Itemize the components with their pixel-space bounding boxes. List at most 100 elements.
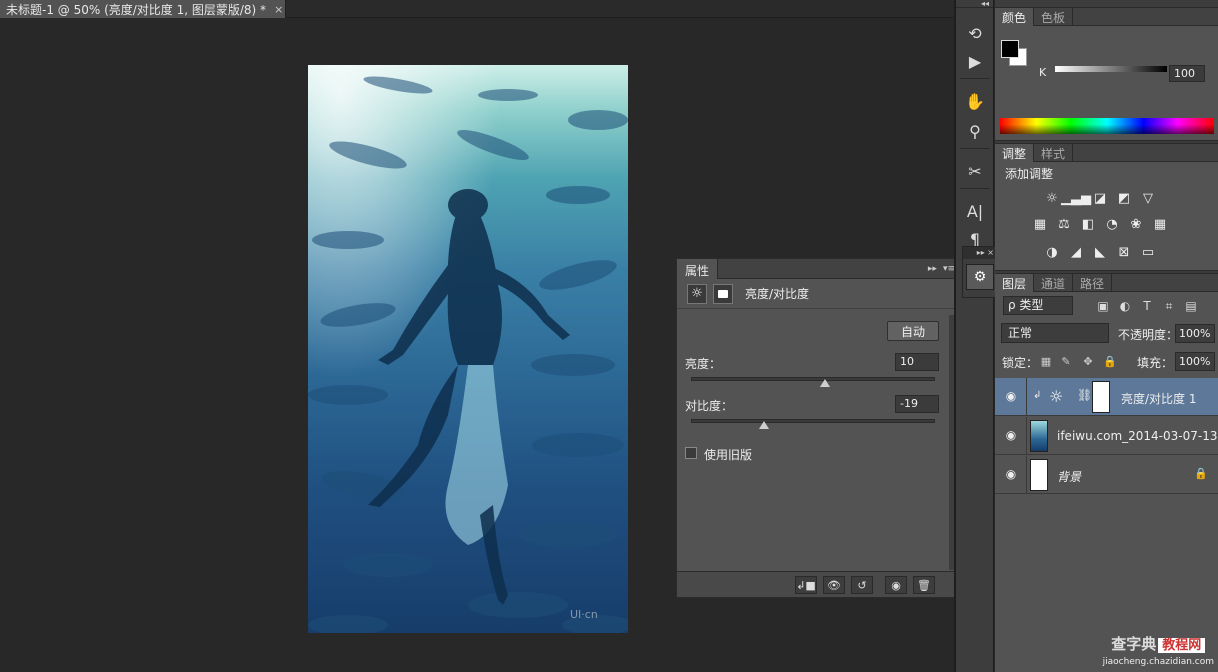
exposure-icon[interactable]: ◩ [1115, 190, 1133, 206]
brightness-adjustment-icon[interactable]: ☼ [687, 283, 707, 304]
mask-thumbnail[interactable] [1092, 381, 1110, 413]
pixel-filter-icon[interactable]: ▣ [1095, 298, 1111, 314]
history-icon[interactable]: ⟲ [964, 22, 986, 44]
contrast-slider-track[interactable] [691, 419, 935, 423]
visibility-icon[interactable]: ◉ [885, 576, 907, 594]
layers-tabs: 图层 通道 路径 [995, 274, 1218, 292]
use-legacy-label: 使用旧版 [704, 448, 753, 462]
strip-grip[interactable]: ◂◂ [956, 0, 993, 8]
tab-swatches[interactable]: 色板 [1034, 8, 1074, 26]
brightness-slider-track[interactable] [691, 377, 935, 381]
shape-filter-icon[interactable]: ⌗ [1161, 298, 1177, 314]
tab-layers[interactable]: 图层 [995, 274, 1035, 292]
channel-mixer-icon[interactable]: ❀ [1127, 216, 1145, 232]
black-white-icon[interactable]: ◧ [1079, 216, 1097, 232]
foreground-color-swatch[interactable] [1001, 40, 1019, 58]
lock-all-icon[interactable]: 🔒 [1103, 354, 1117, 368]
collapse-icon[interactable]: ▸▸ [928, 264, 937, 274]
hue-saturation-icon[interactable]: ▦ [1031, 216, 1049, 232]
link-icon[interactable]: ⛓ [1077, 388, 1092, 402]
k-channel-slider[interactable] [1055, 66, 1167, 72]
brightness-label: 亮度： [685, 357, 722, 371]
tab-styles[interactable]: 样式 [1034, 144, 1074, 162]
close-icon[interactable]: × [274, 3, 283, 16]
blend-mode-select[interactable]: 正常 [1001, 323, 1109, 343]
lock-position-icon[interactable]: ✥ [1081, 354, 1095, 368]
selective-color-icon[interactable]: ▭ [1139, 244, 1157, 260]
lock-transparent-icon[interactable]: ▦ [1039, 354, 1053, 368]
layer-row-brightness[interactable]: ◉ ↲ ☼ ⛓ 亮度/对比度 1 [995, 378, 1218, 416]
adjustment-filter-icon[interactable]: ◐ [1117, 298, 1133, 314]
brush-presets-icon[interactable]: ✋ [964, 90, 986, 112]
levels-icon[interactable]: ▁▃▅ [1061, 190, 1091, 206]
watermark-brand: 查字典 [1111, 635, 1157, 653]
layer-name[interactable]: ifeiwu.com_2014-03-07-13.... [1057, 429, 1218, 443]
document-tab[interactable]: 未标题-1 @ 50% (亮度/对比度 1, 图层蒙版/8) * × [0, 0, 286, 18]
reset-icon[interactable]: ↺ [851, 576, 873, 594]
canvas-watermark: UI·cn [570, 608, 598, 621]
auto-button[interactable]: 自动 [887, 321, 939, 341]
opacity-input[interactable]: 100% [1175, 324, 1215, 343]
eye-icon[interactable]: ◉ [1003, 467, 1019, 481]
gradient-map-icon[interactable]: ⊠ [1115, 244, 1133, 260]
type-filter-icon[interactable]: T [1139, 298, 1155, 314]
underwater-artwork [308, 65, 628, 633]
vibrance-icon[interactable]: ▽ [1139, 190, 1157, 206]
brush-icon[interactable]: ⚲ [964, 120, 986, 142]
photo-filter-icon[interactable]: ◔ [1103, 216, 1121, 232]
use-legacy-checkbox[interactable] [685, 447, 697, 459]
layer-mask-icon[interactable] [713, 283, 733, 304]
tab-adjustments[interactable]: 调整 [995, 144, 1035, 162]
layer-name[interactable]: 背景 [1057, 468, 1081, 485]
canvas-image[interactable]: UI·cn [308, 65, 628, 633]
properties-tab[interactable]: 属性 [677, 258, 719, 279]
collapsed-panel-strip: ◂◂ ⟲ ▶ ✋ ⚲ ✂ A| ¶ [956, 0, 994, 672]
layer-row-background[interactable]: ◉ 背景 🔒 [995, 456, 1218, 494]
character-icon[interactable]: A| [964, 200, 986, 222]
tool-presets-icon[interactable]: ✂ [964, 160, 986, 182]
posterize-icon[interactable]: ◢ [1067, 244, 1085, 260]
tab-color[interactable]: 颜色 [995, 8, 1035, 26]
lock-label: 锁定： [1002, 356, 1039, 370]
fill-input[interactable]: 100% [1175, 352, 1215, 371]
trash-icon[interactable]: 🗑 [913, 576, 935, 594]
color-balance-icon[interactable]: ⚖ [1055, 216, 1073, 232]
actions-play-icon[interactable]: ▶ [964, 50, 986, 72]
adjustment-title: 亮度/对比度 [745, 287, 810, 301]
image-thumbnail[interactable] [1030, 420, 1048, 452]
tab-bar [286, 0, 954, 18]
curves-icon[interactable]: ◪ [1091, 190, 1109, 206]
contrast-slider-thumb[interactable] [759, 421, 770, 429]
clip-arrow-icon: ↲ [1033, 390, 1042, 401]
site-watermark: 查字典 教程网 jiaocheng.chazidian.com [1103, 636, 1214, 670]
properties-panel-icon[interactable]: ⚙ [966, 264, 994, 290]
add-adjustment-title: 添加调整 [1005, 167, 1054, 181]
view-previous-icon[interactable]: 👁 [823, 576, 845, 594]
smart-object-filter-icon[interactable]: ▤ [1183, 298, 1199, 314]
mini-panel-header[interactable]: ▸▸ × [963, 247, 997, 259]
brightness-slider-thumb[interactable] [820, 379, 831, 387]
tab-paths[interactable]: 路径 [1073, 274, 1113, 292]
contrast-input[interactable]: -19 [895, 395, 939, 413]
eye-icon[interactable]: ◉ [1003, 428, 1019, 442]
watermark-url: jiaocheng.chazidian.com [1102, 657, 1214, 667]
invert-icon[interactable]: ◑ [1043, 244, 1061, 260]
background-thumbnail[interactable] [1030, 459, 1048, 491]
threshold-icon[interactable]: ◣ [1091, 244, 1109, 260]
color-spectrum[interactable] [1000, 118, 1214, 134]
mini-properties-panel: ▸▸ × ⚙ [962, 246, 998, 298]
brightness-layer-icon: ☼ [1049, 387, 1064, 406]
lock-image-icon[interactable]: ✎ [1059, 354, 1073, 368]
tab-channels[interactable]: 通道 [1034, 274, 1074, 292]
layer-kind-filter[interactable]: ρ 类型 [1003, 296, 1073, 315]
clip-to-layer-icon[interactable]: ↲■ [795, 576, 817, 594]
eye-icon[interactable]: ◉ [1003, 389, 1019, 403]
layer-row-image[interactable]: ◉ ifeiwu.com_2014-03-07-13.... [995, 417, 1218, 455]
properties-panel: 属性 ▸▸ ▾≡ ☼ 亮度/对比度 自动 亮度： 10 对比度： -19 使用旧… [676, 258, 962, 598]
layer-name[interactable]: 亮度/对比度 1 [1121, 390, 1197, 407]
adjustment-tabs: 调整 样式 [995, 144, 1218, 162]
k-channel-input[interactable]: 100 [1169, 65, 1205, 82]
brightness-icon[interactable]: ☼ [1043, 190, 1061, 206]
brightness-input[interactable]: 10 [895, 353, 939, 371]
color-lookup-icon[interactable]: ▦ [1151, 216, 1169, 232]
